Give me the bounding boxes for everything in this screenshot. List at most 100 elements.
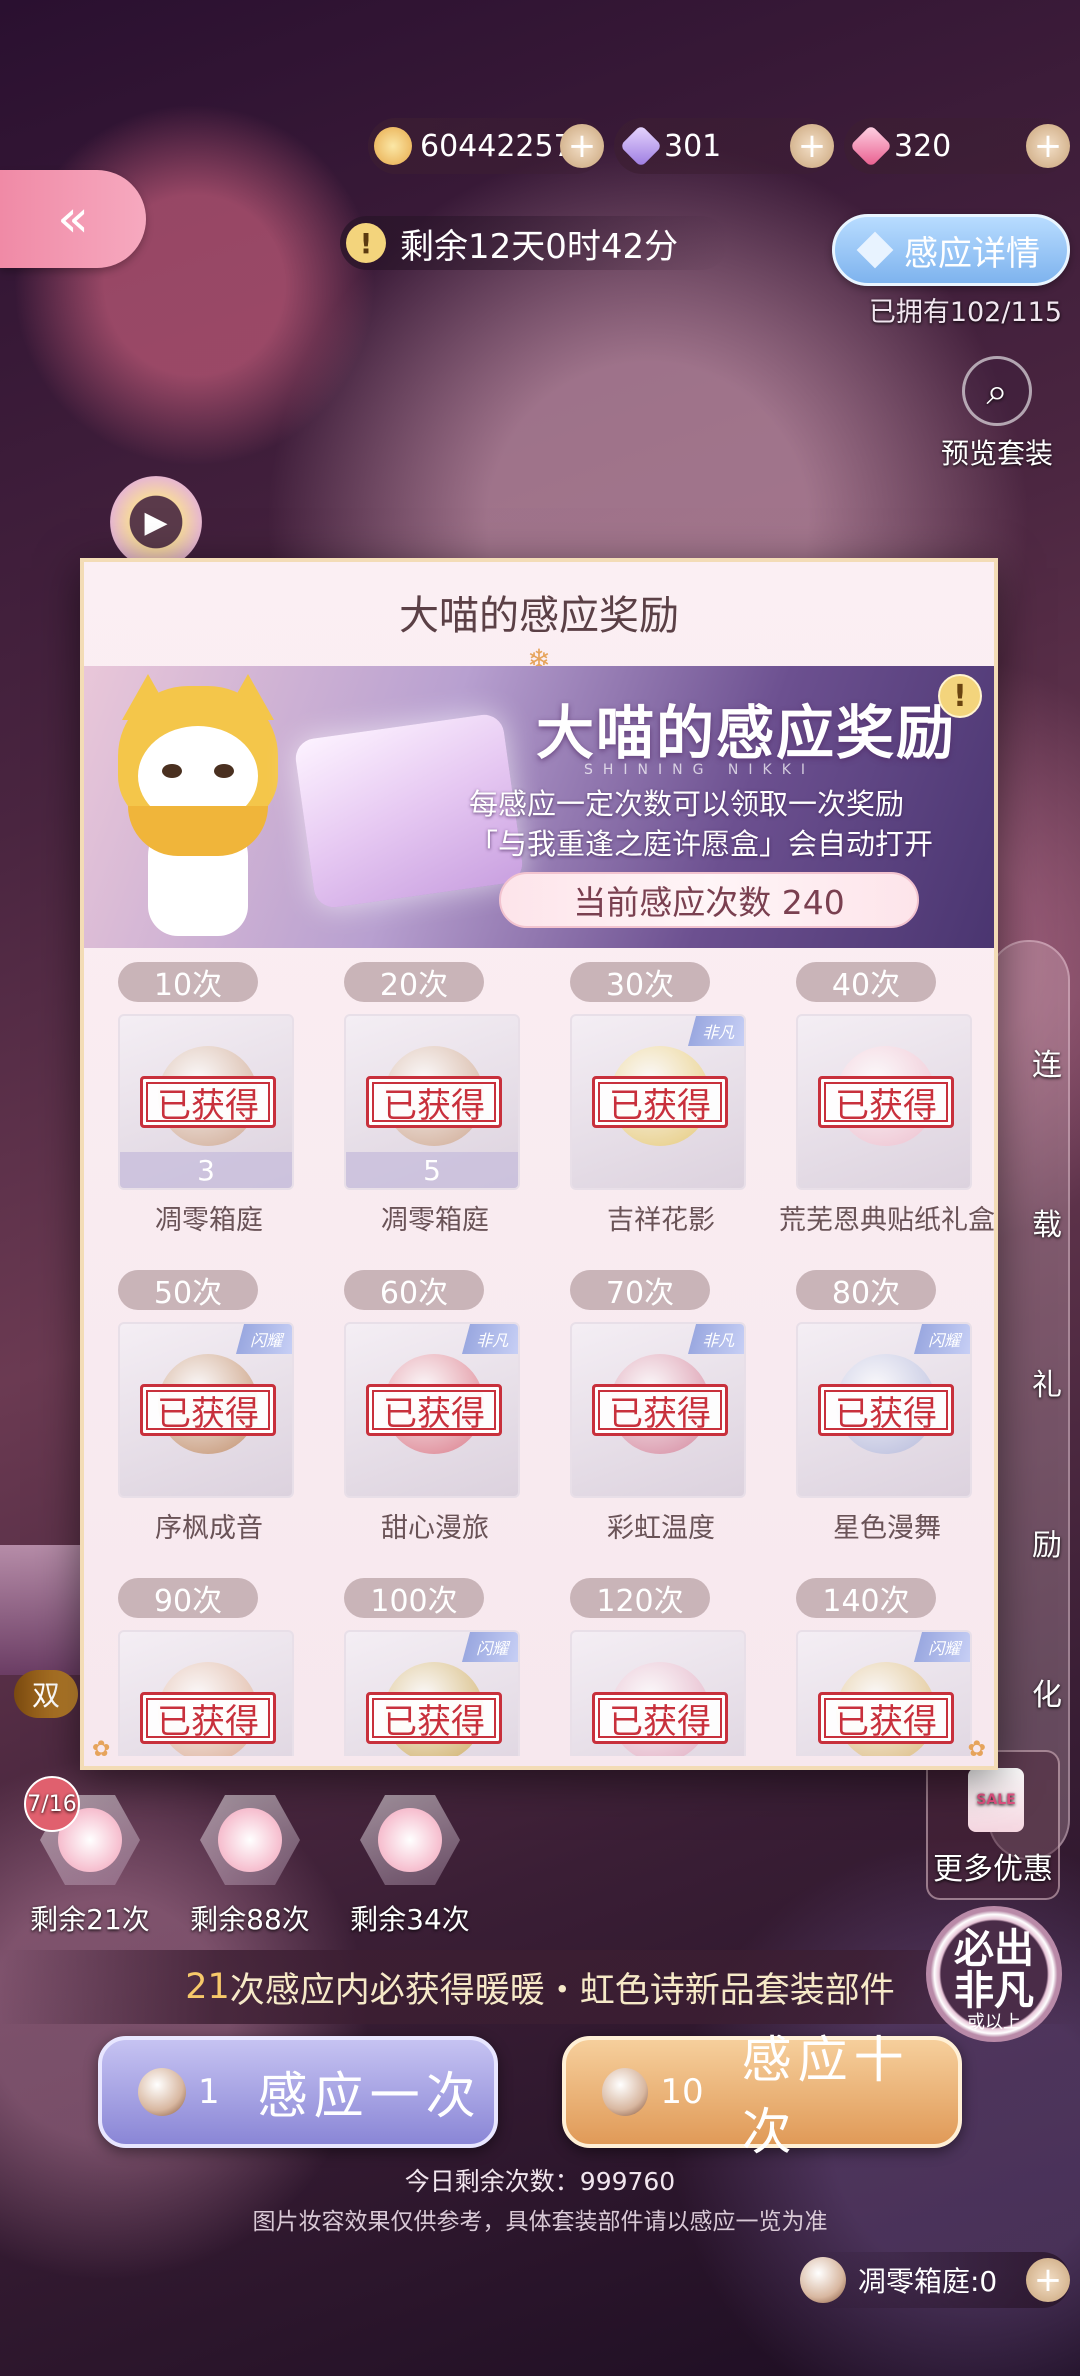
obtained-stamp: 已获得 (818, 1692, 954, 1744)
more-deals-button[interactable]: SALE 更多优惠 (926, 1750, 1060, 1900)
reward-threshold: 70次 (570, 1270, 710, 1311)
gold-counter: 60442257 + (368, 118, 604, 174)
gold-cat-icon (374, 127, 412, 165)
more-deals-label: 更多优惠 (933, 1852, 1053, 1887)
timer-text: 剩余12天0时42分 (400, 226, 679, 267)
reward-tile[interactable]: 80次闪耀 已获得星色漫舞 (774, 1256, 994, 1556)
reward-tile[interactable]: 20次 5 已获得 凋零箱庭 (322, 948, 548, 1248)
reward-threshold: 60次 (344, 1270, 484, 1311)
reward-tile[interactable]: 10次 3 已获得 凋零箱庭 (96, 948, 322, 1248)
obtained-stamp: 已获得 (818, 1384, 954, 1436)
makeup-icon (200, 1795, 300, 1885)
corner-ornament-icon: ✿ (967, 1737, 986, 1762)
reward-grid[interactable]: 10次 3 已获得 凋零箱庭 20次 5 已获得 凋零箱庭 30次 非凡 已获得 吉祥花影 40次 已获得… (84, 948, 994, 1756)
add-withered-box-button[interactable]: + (1026, 2258, 1070, 2302)
reward-item-image: 已获得 (796, 1014, 972, 1190)
reward-threshold: 20次 (344, 962, 484, 1003)
pity-label: 剩余21次 (30, 1903, 150, 1936)
left-event-label[interactable]: 双 (14, 1670, 79, 1718)
rarity-tag: 非凡 (461, 1324, 518, 1354)
reward-item-image: 闪耀已获得 (118, 1322, 294, 1498)
reward-tile[interactable]: 50次 闪耀 已获得 序枫成音 (96, 1256, 322, 1556)
withered-box-counter: 凋零箱庭:0 + (800, 2252, 1070, 2308)
gold-value: 60442257 (420, 128, 573, 164)
obtained-stamp: 已获得 (592, 1384, 728, 1436)
sense-ten-button[interactable]: 10 感应十次 (562, 2031, 962, 2161)
crystal-orb-icon (800, 2257, 846, 2303)
sense-details-button[interactable]: 感应详情 (832, 214, 1070, 286)
reward-item-image: 已获得 (570, 1630, 746, 1756)
sense-once-button[interactable]: 1 感应一次 (98, 2036, 498, 2148)
badge-line2: 非凡 (954, 1968, 1034, 2014)
reward-name: 彩虹温度 (607, 1513, 715, 1544)
pity-item[interactable]: 剩余21次 7/16 (24, 1776, 150, 1950)
diamond-icon (619, 124, 663, 168)
pity-progress-badge: 7/16 (24, 1776, 80, 1832)
reward-tile[interactable]: 40次 已获得 荒芜恩典贴纸礼盒 (774, 948, 994, 1248)
crystal-orb-icon (602, 2068, 649, 2116)
reward-quantity: 5 (346, 1152, 518, 1188)
reward-threshold: 80次 (796, 1270, 936, 1311)
sense-ten-cost: 10 (660, 2072, 704, 2112)
sense-details-label: 感应详情 (904, 233, 1040, 274)
reward-threshold: 140次 (796, 1578, 936, 1619)
reward-tile[interactable]: 60次 非凡 已获得 甜心漫旅 (322, 1256, 548, 1556)
reward-item-image: 闪耀 已获得 (344, 1630, 520, 1756)
warning-icon: ! (346, 223, 386, 263)
pity-counters: 剩余21次 7/16 剩余88次 剩余34次 (24, 1776, 530, 1950)
cat-mascot-image (108, 674, 288, 946)
reward-tile[interactable]: 100次 闪耀 已获得 (322, 1564, 548, 1756)
owned-count: 已拥有102/115 (868, 297, 1062, 328)
diamond-value: 301 (664, 128, 722, 164)
reward-name: 吉祥花影 (607, 1205, 715, 1236)
obtained-stamp: 已获得 (592, 1076, 728, 1128)
obtained-stamp: 已获得 (140, 1384, 276, 1436)
diamond-icon (856, 231, 894, 269)
banner-subtitle: SHINING NIKKI (584, 762, 816, 778)
reward-tile[interactable]: 120次已获得 (548, 1564, 774, 1756)
makeup-icon (360, 1795, 460, 1885)
add-gold-button[interactable]: + (560, 124, 604, 168)
reward-tile[interactable]: 140次闪耀已获得 (774, 1564, 994, 1756)
modal-header: 大喵的感应奖励 ❄ (84, 562, 994, 676)
add-pink-diamond-button[interactable]: + (1026, 124, 1070, 168)
reward-threshold: 120次 (570, 1578, 710, 1619)
play-video-button[interactable]: ▶ (110, 476, 202, 568)
pity-item[interactable]: 剩余34次 (350, 1790, 470, 1950)
sense-once-label: 感应一次 (257, 2067, 482, 2125)
obtained-stamp: 已获得 (366, 1076, 502, 1128)
search-icon: ⌕ (962, 356, 1032, 426)
reward-name: 序枫成音 (155, 1513, 263, 1544)
modal-title: 大喵的感应奖励 (399, 593, 679, 639)
pink-diamond-counter: 320 + (844, 118, 1070, 174)
guarantee-banner: 21 次感应内必获得暖暖・虹色诗新品套装部件 (0, 1950, 1080, 2024)
preview-suit-button[interactable]: ⌕ 预览套装 (938, 356, 1056, 472)
info-icon[interactable]: ! (938, 674, 982, 718)
add-diamond-button[interactable]: + (790, 124, 834, 168)
corner-ornament-icon: ✿ (92, 1737, 111, 1762)
reward-item-image: 闪耀已获得 (796, 1630, 972, 1756)
reward-item-image: 非凡 已获得 (570, 1014, 746, 1190)
reward-name: 星色漫舞 (833, 1513, 941, 1544)
rarity-tag: 闪耀 (235, 1324, 292, 1354)
reward-threshold: 40次 (796, 962, 936, 1003)
banner-desc-line2: 「与我重逢之庭许愿盒」会自动打开 (469, 827, 934, 861)
reward-tile[interactable]: 70次 非凡 已获得 彩虹温度 (548, 1256, 774, 1556)
reward-name: 甜心漫旅 (381, 1513, 489, 1544)
reward-tile[interactable]: 90次 已获得 (96, 1564, 322, 1756)
back-button[interactable]: « (0, 170, 146, 268)
reward-item-image: 闪耀 已获得 (796, 1322, 972, 1498)
resource-bar: 60442257 + 301 + 320 + (368, 118, 1080, 174)
sale-bag-icon: SALE (968, 1768, 1024, 1832)
reward-tile[interactable]: 30次 非凡 已获得 吉祥花影 (548, 948, 774, 1248)
pink-diamond-value: 320 (894, 128, 952, 164)
sense-ten-label: 感应十次 (741, 2031, 910, 2161)
current-sense-count: 当前感应次数 240 (499, 872, 919, 928)
rarity-tag: 闪耀 (913, 1632, 970, 1662)
obtained-stamp: 已获得 (140, 1692, 276, 1744)
rarity-tag: 闪耀 (461, 1632, 518, 1662)
reward-item-image: 3 已获得 (118, 1014, 294, 1190)
pity-item[interactable]: 剩余88次 (190, 1790, 310, 1950)
disclaimer-text: 图片妆容效果仅供参考，具体套装部件请以感应一览为准 (252, 2209, 828, 2235)
obtained-stamp: 已获得 (818, 1076, 954, 1128)
